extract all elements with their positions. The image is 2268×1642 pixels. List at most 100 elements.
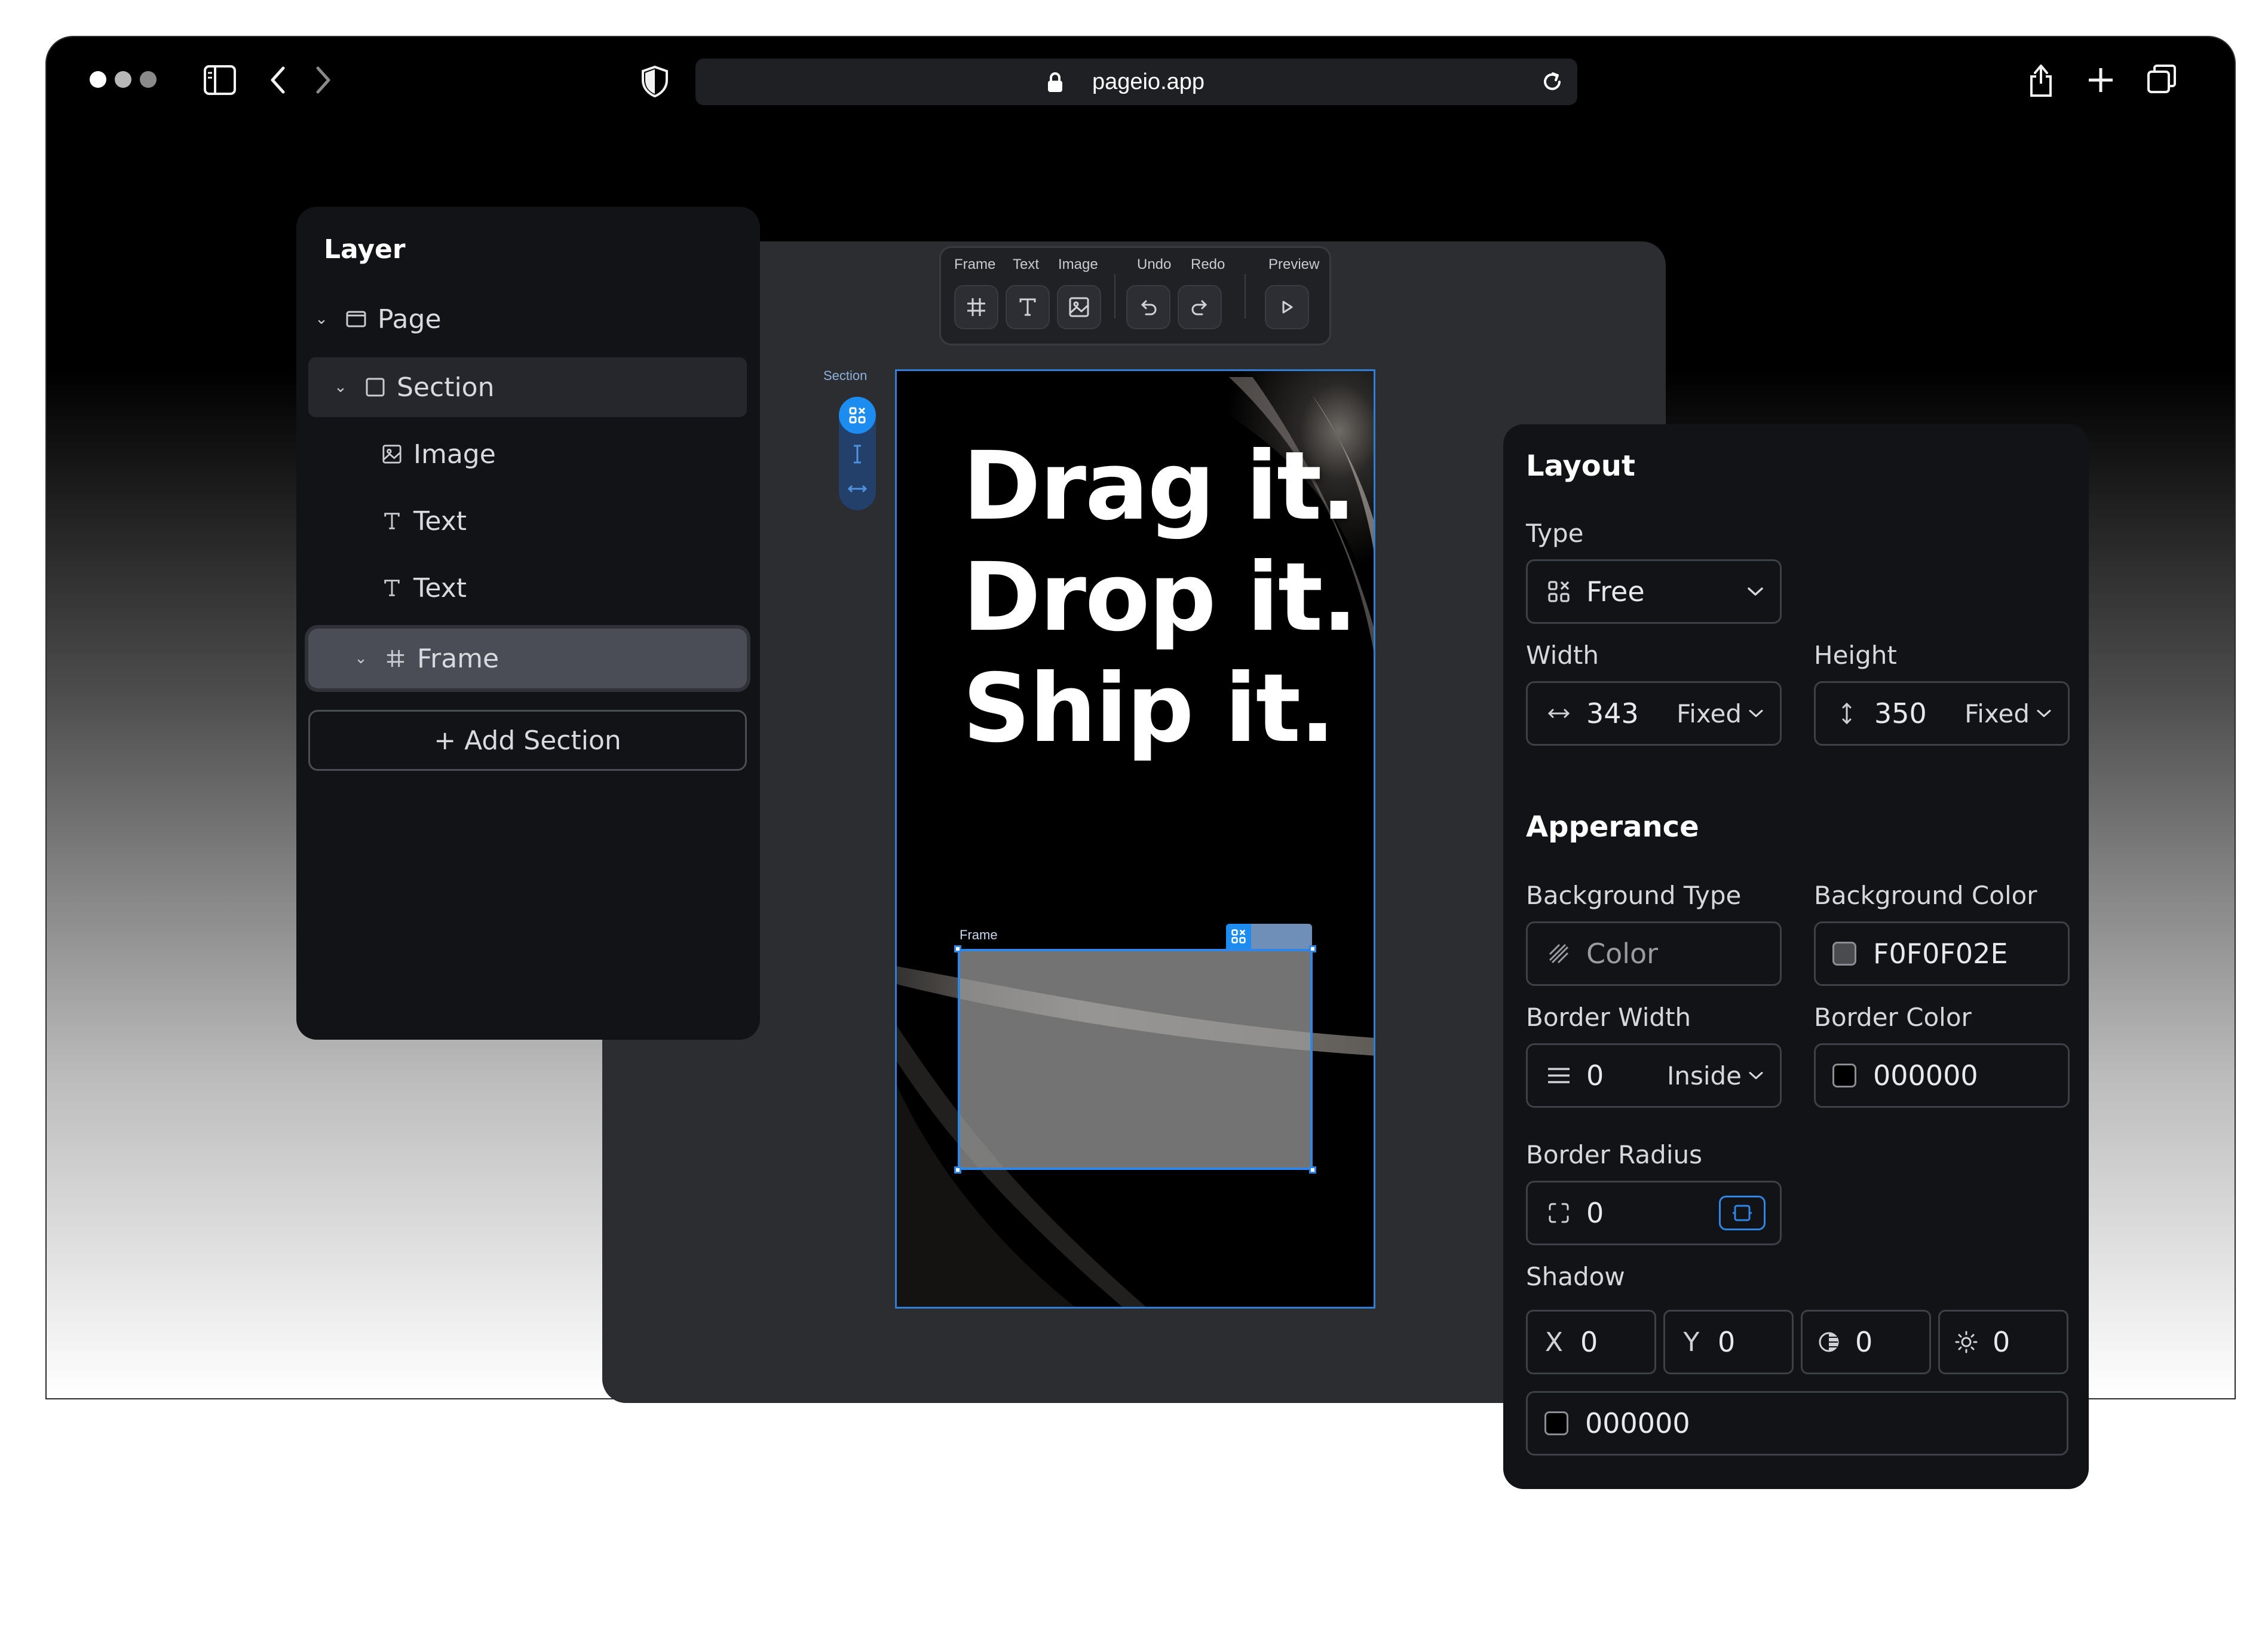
- layer-item-image[interactable]: Image: [380, 424, 738, 484]
- background-type-value: Color: [1586, 938, 1659, 970]
- shadow-x-prefix: X: [1544, 1327, 1564, 1358]
- background-color-field[interactable]: F0F0F02E: [1814, 921, 2070, 986]
- shadow-y-prefix: Y: [1683, 1327, 1700, 1358]
- border-color-swatch[interactable]: [1832, 1064, 1856, 1087]
- layer-item-frame[interactable]: ⌄ Frame: [308, 629, 747, 688]
- height-mode-dropdown[interactable]: Fixed: [1964, 683, 2052, 744]
- background-color-swatch[interactable]: [1832, 942, 1856, 966]
- new-tab-icon[interactable]: [2088, 67, 2114, 93]
- shield-icon[interactable]: [640, 65, 669, 98]
- shadow-blur-field[interactable]: 0: [1801, 1310, 1931, 1374]
- height-value: 350: [1874, 697, 1927, 730]
- layout-type-value: Free: [1586, 575, 1645, 608]
- layer-item-section[interactable]: ⌄ Section: [308, 357, 747, 417]
- tabs-overview-icon[interactable]: [2146, 63, 2177, 94]
- layer-label: Frame: [417, 643, 499, 674]
- tool-undo-label: Undo: [1137, 256, 1172, 272]
- preview-button[interactable]: [1265, 285, 1309, 329]
- tool-image-label: Image: [1058, 256, 1098, 272]
- page-icon: [344, 307, 368, 331]
- maximize-dot[interactable]: [140, 71, 157, 88]
- address-bar[interactable]: pageio.app: [695, 59, 1577, 105]
- border-color-field[interactable]: 000000: [1814, 1043, 2070, 1108]
- resize-handle-bl[interactable]: [954, 1166, 961, 1174]
- vertical-resize-icon[interactable]: [850, 443, 865, 465]
- share-icon[interactable]: [2028, 61, 2054, 98]
- frame-layout-button[interactable]: [1226, 924, 1251, 949]
- reload-icon[interactable]: [1540, 70, 1564, 94]
- section-icon: [363, 375, 387, 399]
- layer-item-page[interactable]: ⌄ Page: [314, 289, 742, 349]
- border-color-value: 000000: [1873, 1059, 1978, 1092]
- shadow-blur-value: 0: [1855, 1326, 1873, 1358]
- resize-handle-br[interactable]: [1309, 1166, 1316, 1174]
- background-type-select[interactable]: Color: [1526, 921, 1782, 986]
- blur-icon: [1817, 1330, 1841, 1354]
- shadow-y-field[interactable]: Y 0: [1663, 1310, 1794, 1374]
- shadow-color-swatch[interactable]: [1544, 1411, 1568, 1435]
- chevron-down-icon[interactable]: ⌄: [354, 650, 368, 667]
- text-icon: [380, 509, 404, 533]
- section-controls: [839, 397, 876, 510]
- shadow-x-field[interactable]: X 0: [1526, 1310, 1656, 1374]
- layout-type-select[interactable]: Free: [1526, 559, 1782, 624]
- shadow-color-field[interactable]: 000000: [1526, 1391, 2068, 1456]
- independent-corners-button[interactable]: [1719, 1196, 1766, 1230]
- play-icon: [1282, 301, 1293, 314]
- frame-tag: Frame: [960, 927, 998, 942]
- layout-free-button[interactable]: [839, 397, 876, 434]
- width-label: Width: [1526, 641, 1599, 670]
- text-icon: [1019, 298, 1036, 316]
- selected-frame[interactable]: [958, 949, 1313, 1170]
- shadow-color-value: 000000: [1585, 1407, 1690, 1439]
- resize-handle-tl[interactable]: [954, 945, 961, 952]
- layer-item-text[interactable]: Text: [380, 558, 738, 618]
- width-mode-value: Fixed: [1677, 699, 1742, 728]
- forward-icon[interactable]: [314, 66, 332, 94]
- layer-panel-title: Layer: [324, 234, 406, 265]
- border-width-icon: [1546, 1062, 1572, 1089]
- horizontal-resize-icon[interactable]: [847, 482, 868, 496]
- undo-button[interactable]: [1126, 285, 1170, 329]
- shadow-y-value: 0: [1718, 1326, 1736, 1358]
- shadow-spread-field[interactable]: 0: [1938, 1310, 2068, 1374]
- chevron-down-icon[interactable]: ⌄: [314, 310, 329, 328]
- layer-label: Section: [397, 372, 495, 403]
- width-field[interactable]: 343 Fixed: [1526, 681, 1782, 746]
- border-width-value: 0: [1586, 1059, 1604, 1092]
- layer-label: Page: [378, 304, 442, 335]
- border-color-label: Border Color: [1814, 1003, 1972, 1032]
- resize-handle-tr[interactable]: [1309, 945, 1316, 952]
- text-tool-button[interactable]: [1006, 285, 1050, 329]
- layer-panel: Layer ⌄ Page ⌄ Section Image Text Text ⌄: [296, 207, 760, 1040]
- undo-icon: [1141, 300, 1157, 315]
- free-layout-icon: [1546, 578, 1572, 605]
- width-mode-dropdown[interactable]: Fixed: [1677, 683, 1764, 744]
- frame-tool-button[interactable]: [954, 285, 998, 329]
- redo-button[interactable]: [1178, 285, 1222, 329]
- border-radius-field[interactable]: 0: [1526, 1181, 1782, 1245]
- border-width-field[interactable]: 0 Inside: [1526, 1043, 1782, 1108]
- chevron-down-icon: [2037, 709, 2051, 718]
- free-layout-icon: [849, 407, 866, 424]
- layer-item-text[interactable]: Text: [380, 491, 738, 551]
- image-tool-button[interactable]: [1057, 285, 1101, 329]
- border-position-dropdown[interactable]: Inside: [1667, 1045, 1764, 1106]
- close-dot[interactable]: [90, 71, 106, 88]
- frame-controls: [1226, 924, 1312, 949]
- headline-text[interactable]: Drag it. Drop it. Ship it.: [963, 431, 1374, 764]
- back-icon[interactable]: [269, 66, 287, 94]
- add-section-button[interactable]: + Add Section: [308, 710, 747, 771]
- minimize-dot[interactable]: [115, 71, 131, 88]
- image-icon: [380, 442, 404, 466]
- height-label: Height: [1814, 641, 1897, 670]
- url-text: pageio.app: [1092, 69, 1205, 94]
- chevron-down-icon[interactable]: ⌄: [333, 378, 348, 396]
- height-field[interactable]: 350 Fixed: [1814, 681, 2070, 746]
- sidebar-icon[interactable]: [203, 65, 237, 96]
- background-type-label: Background Type: [1526, 881, 1742, 910]
- layer-label: Text: [413, 506, 467, 537]
- redo-icon: [1191, 300, 1207, 315]
- layer-label: Image: [413, 439, 496, 470]
- headline-line-1: Drag it.: [963, 431, 1357, 541]
